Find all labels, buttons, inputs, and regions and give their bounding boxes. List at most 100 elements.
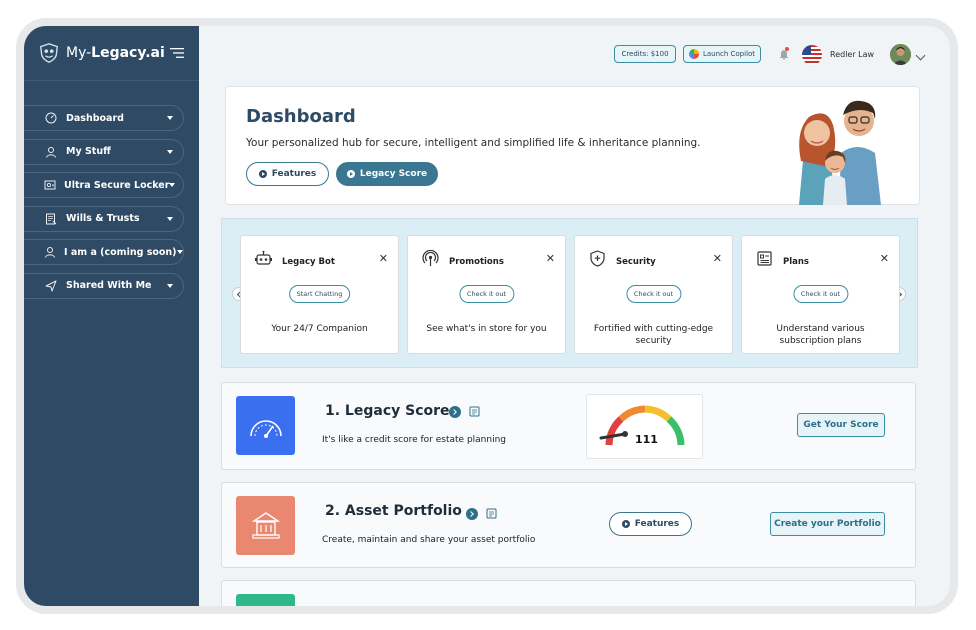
card-title: Legacy Bot [282,257,335,267]
close-icon[interactable]: ✕ [713,252,722,265]
close-icon[interactable]: ✕ [379,252,388,265]
copy-icon[interactable] [469,406,480,417]
notification-dot [785,47,789,51]
check-it-out-button[interactable]: Check it out [458,285,515,303]
page-title: Dashboard [246,106,356,127]
family-illustration [799,100,881,205]
user-icon [44,145,58,159]
section-description: It's like a credit score for estate plan… [322,435,506,445]
sidebar-item-label: Dashboard [66,112,124,124]
launch-copilot-label: Launch Copilot [702,50,756,58]
sidebar-item-my-stuff[interactable]: My Stuff [24,138,184,165]
page-subtitle: Your personalized hub for secure, intell… [246,137,701,149]
legacy-score-gauge: 111 [586,394,703,459]
check-it-out-button[interactable]: Check it out [792,285,849,303]
portfolio-building-icon [251,511,280,539]
sidebar-item-label: My Stuff [66,146,111,158]
card-description: Your 24/7 Companion [271,324,368,334]
section-legacy-score: 1. Legacy Score It's like a credit score… [221,382,916,470]
broadcast-icon [422,250,439,266]
card-description: Understand various subscription plans [776,324,865,346]
launch-copilot-button[interactable]: Launch Copilot [683,45,761,63]
sidebar-item-label: Shared With Me [66,280,152,292]
robot-icon [255,250,272,265]
copy-icon[interactable] [486,508,497,519]
section-title: 1. Legacy Score [325,403,450,419]
sidebar-item-dashboard[interactable]: Dashboard [24,105,184,131]
gauge-value: 111 [635,433,658,446]
section-title: 2. Asset Portfolio [325,503,462,519]
dashboard-hero: Dashboard Your personalized hub for secu… [225,86,920,205]
shield-icon [590,250,605,267]
sidebar-item-label: Ultra Secure Locker [64,179,170,191]
sidebar-item-wills-trusts[interactable]: Wills & Trusts [24,205,184,232]
section-tile [236,594,295,606]
play-icon [346,170,355,178]
chevron-down-icon [176,250,183,255]
section-asset-portfolio: 2. Asset Portfolio Create, maintain and … [221,482,916,568]
legacy-score-tile [236,396,295,455]
asset-portfolio-tile [236,496,295,555]
play-icon [621,520,630,528]
sidebar-divider [24,80,199,81]
card-description: Fortified with cutting-edge security [593,324,714,346]
close-icon[interactable]: ✕ [880,252,889,265]
card-title: Promotions [449,257,504,267]
brand-logo[interactable]: My-Legacy.ai [38,42,165,64]
play-icon [258,170,267,178]
person-icon [44,245,56,259]
legacy-score-button[interactable]: Legacy Score [336,162,438,186]
user-name[interactable]: Redler Law [830,50,874,59]
card-promotions: Promotions ✕ Check it out See what's in … [407,235,566,354]
create-portfolio-button[interactable]: Create your Portfolio [770,512,885,536]
card-legacy-bot: Legacy Bot ✕ Start Chatting Your 24/7 Co… [240,235,399,354]
send-icon [44,279,58,293]
avatar[interactable] [890,44,911,65]
chevron-down-icon[interactable] [915,50,926,61]
features-button-label: Features [271,169,317,179]
arrow-right-icon[interactable] [466,508,478,520]
sidebar: My-Legacy.ai Dashboard My Stuff Ultra Se… [24,26,199,606]
check-it-out-button[interactable]: Check it out [625,285,682,303]
sidebar-item-shared-with-me[interactable]: Shared With Me [24,272,184,299]
gauge-chart [599,405,685,446]
section-partial [221,580,916,606]
us-flag-icon[interactable] [802,45,822,65]
card-title: Plans [783,257,809,267]
features-button-label: Features [634,519,680,529]
avatar-image [890,44,911,65]
chevron-down-icon [167,116,173,120]
sidebar-nav: Dashboard My Stuff Ultra Secure Locker W… [24,105,199,307]
brand-name: My-Legacy.ai [66,45,165,61]
legacy-score-button-label: Legacy Score [359,169,428,179]
brand-shield-icon [40,43,58,63]
plans-icon [757,251,772,266]
document-icon [44,212,58,226]
sidebar-item-label: Wills & Trusts [66,213,140,225]
copilot-icon [688,49,699,59]
chevron-down-icon [167,149,173,154]
chevron-down-icon [167,283,173,288]
card-security: Security ✕ Check it out Fortified with c… [574,235,733,354]
locker-icon [44,178,56,192]
close-icon[interactable]: ✕ [546,252,555,265]
features-button[interactable]: Features [246,162,329,186]
speedometer-icon [249,419,282,438]
section-description: Create, maintain and share your asset po… [322,535,536,545]
sidebar-item-i-am-a[interactable]: I am a (coming soon) [24,239,184,266]
card-title: Security [616,257,656,267]
sidebar-item-label: I am a (coming soon) [64,246,177,258]
chevron-down-icon [167,216,173,221]
portfolio-features-button[interactable]: Features [609,512,692,536]
start-chatting-button[interactable]: Start Chatting [288,285,351,303]
credits-badge[interactable]: Credits: $100 [614,45,676,63]
arrow-right-icon[interactable] [449,406,461,418]
card-description: See what's in store for you [426,324,547,334]
sidebar-item-ultra-secure-locker[interactable]: Ultra Secure Locker [24,172,184,199]
menu-toggle-icon[interactable] [170,48,184,58]
feature-carousel: Legacy Bot ✕ Start Chatting Your 24/7 Co… [221,218,918,368]
dashboard-gauge-icon [44,111,58,125]
get-your-score-button[interactable]: Get Your Score [797,413,885,437]
app-screen: My-Legacy.ai Dashboard My Stuff Ultra Se… [24,26,950,606]
card-plans: Plans ✕ Check it out Understand various … [741,235,900,354]
